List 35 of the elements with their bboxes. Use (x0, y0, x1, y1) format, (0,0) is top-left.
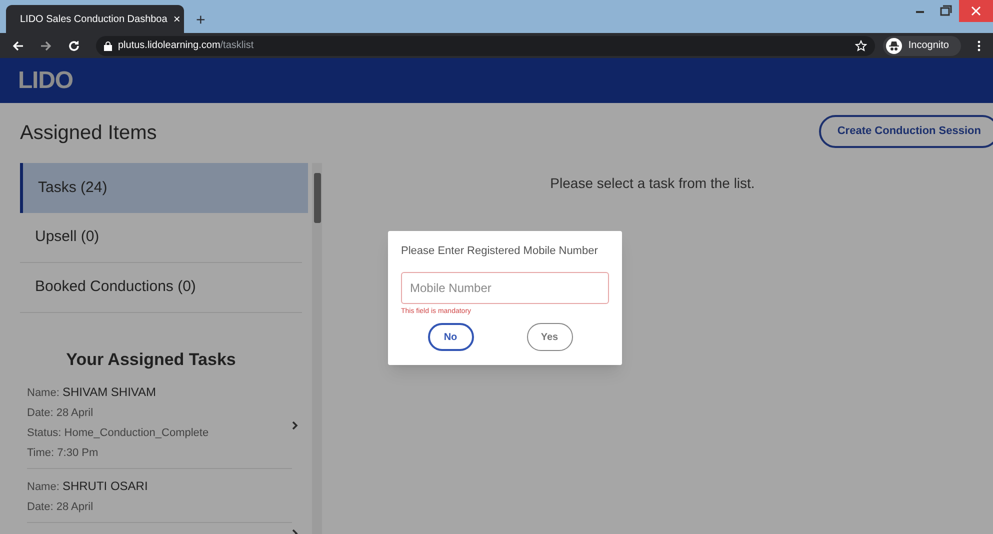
forward-icon[interactable] (40, 40, 52, 50)
sidebar-item[interactable]: Booked Conductions (0) (20, 263, 302, 313)
scrollbar[interactable] (312, 163, 322, 534)
profile-chip[interactable]: Incognito (883, 36, 961, 56)
back-icon[interactable] (12, 40, 24, 50)
yes-button[interactable]: Yes (526, 323, 572, 351)
task-time: Time: 7:30 Pm (27, 446, 100, 460)
empty-message: Please select a task from the list. (550, 174, 755, 193)
star-icon[interactable] (855, 40, 868, 52)
sidebar-title: Assigned Items (19, 121, 158, 146)
new-tab-button[interactable]: + (196, 13, 206, 29)
sidebar-item[interactable]: Tasks (24) (20, 163, 308, 213)
task-date: Date: 28 April (27, 500, 94, 514)
sidebar-item[interactable]: Upsell (0) (20, 213, 302, 263)
no-button[interactable]: No (428, 323, 474, 351)
close-icon[interactable] (959, 0, 993, 22)
browser-tab[interactable]: LIDO Sales Conduction Dashboa × (6, 5, 184, 33)
task-name[interactable]: Name: SHIVAM SHIVAM (27, 384, 292, 400)
address-bar[interactable]: plutus.lidolearning.com/tasklist (96, 36, 876, 56)
section-heading: Your Assigned Tasks (65, 349, 237, 371)
lock-icon (104, 40, 112, 50)
task-date: Date: 28 April (27, 406, 94, 420)
task-name[interactable]: Name: SHRUTI OSARI (27, 478, 292, 494)
close-tab-button[interactable]: × (173, 13, 180, 25)
chevron-icon[interactable] (292, 420, 298, 430)
incognito-icon (886, 38, 902, 54)
dialog-title: Please Enter Registered Mobile Number (401, 244, 599, 259)
reload-icon[interactable] (68, 40, 80, 52)
more-icon[interactable] (977, 40, 981, 52)
create-session-button[interactable]: Create Conduction Session (819, 115, 993, 148)
url-text: plutus.lidolearning.com/tasklist (118, 39, 254, 53)
mobile-number-field[interactable]: Mobile Number (401, 272, 609, 304)
task-status: Status: Home_Conduction_Complete (27, 426, 210, 440)
logo[interactable]: LIDO (18, 62, 73, 98)
tab-title: LIDO Sales Conduction Dashboa (20, 12, 168, 26)
